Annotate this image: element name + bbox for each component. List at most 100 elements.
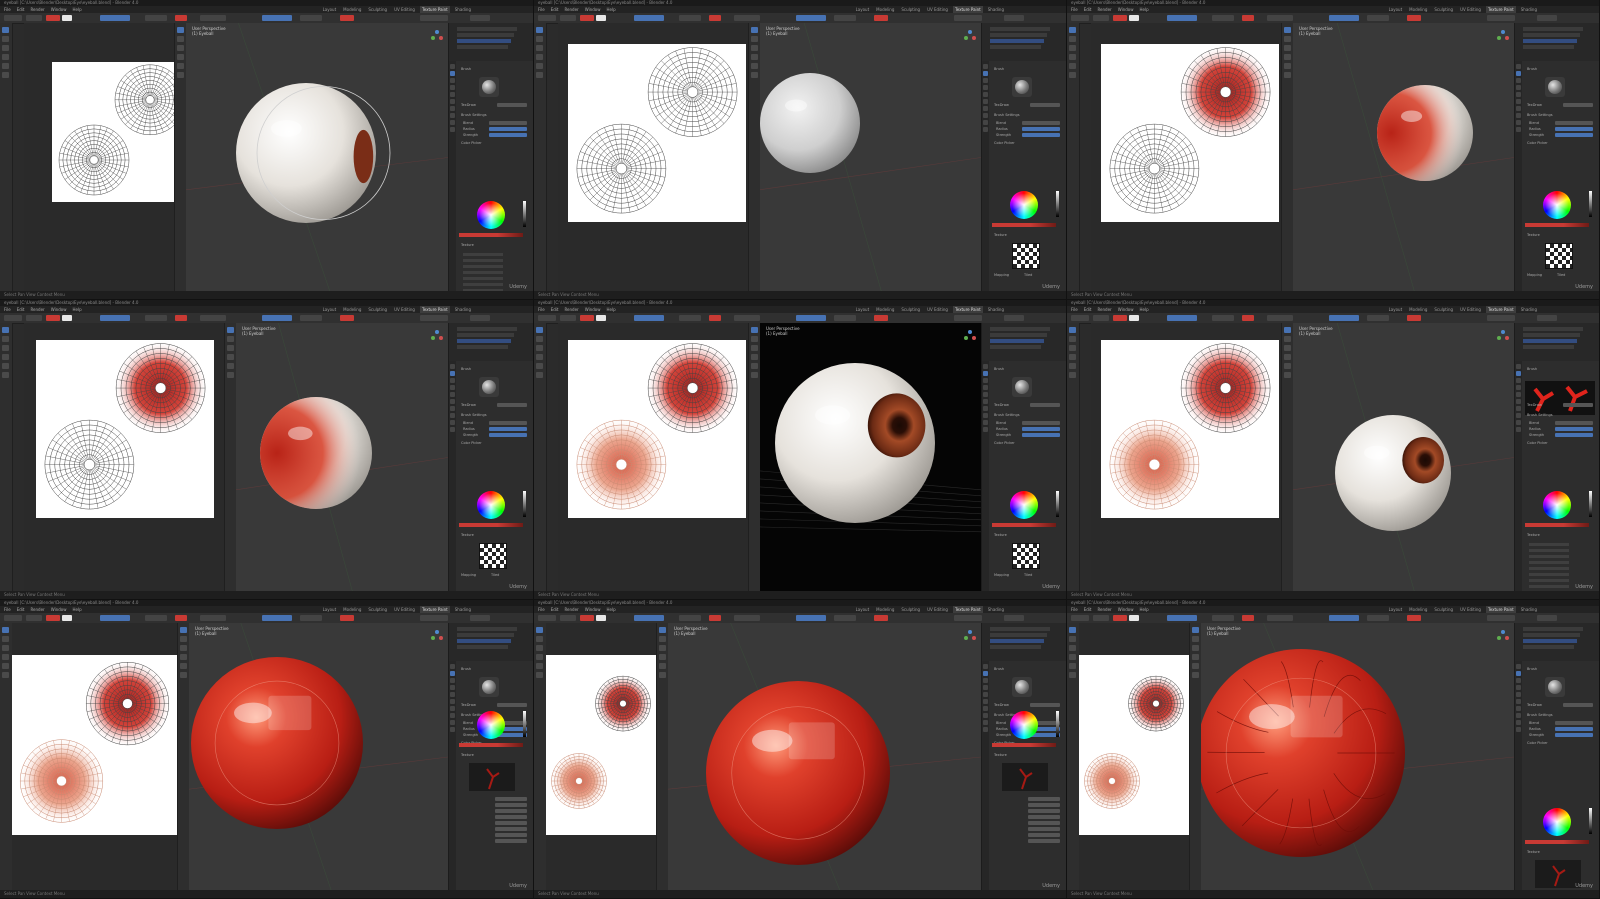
header-control[interactable] <box>175 315 187 321</box>
properties-tab[interactable] <box>450 706 455 711</box>
header-control[interactable] <box>709 315 721 321</box>
properties-tab[interactable] <box>1516 85 1521 90</box>
properties-tab[interactable] <box>1516 406 1521 411</box>
clone-icon[interactable] <box>1069 54 1076 60</box>
smear-icon[interactable] <box>751 45 758 51</box>
properties-tab[interactable] <box>450 685 455 690</box>
clone-icon[interactable] <box>2 654 9 660</box>
annotate-icon[interactable] <box>1284 372 1291 378</box>
tab-texture-paint[interactable]: Texture Paint <box>419 6 450 13</box>
properties-tab[interactable] <box>450 392 455 397</box>
annotate-icon[interactable] <box>227 372 234 378</box>
strength-field[interactable] <box>489 433 527 437</box>
header-control[interactable] <box>709 15 721 21</box>
menu-file[interactable]: File <box>538 606 545 613</box>
header-control[interactable] <box>145 15 167 21</box>
header-control[interactable] <box>1129 315 1139 321</box>
property-row[interactable] <box>1529 549 1569 552</box>
menu-edit[interactable]: Edit <box>551 6 559 13</box>
properties-tab[interactable] <box>1516 120 1521 125</box>
color-wheel[interactable] <box>1010 191 1038 219</box>
uv-texture[interactable] <box>1101 340 1279 518</box>
properties-tab[interactable] <box>983 685 988 690</box>
smear-icon[interactable] <box>536 645 543 651</box>
outliner-item-camera[interactable] <box>457 33 514 37</box>
header-control[interactable] <box>1329 15 1359 21</box>
mapping-value[interactable]: Tiled <box>1024 573 1032 577</box>
outliner-item-eyeball[interactable] <box>990 339 1044 343</box>
radius-field[interactable] <box>1555 727 1593 731</box>
header-control[interactable] <box>560 315 576 321</box>
mask-icon[interactable] <box>536 63 543 69</box>
property-field[interactable] <box>1028 821 1060 825</box>
header-control[interactable] <box>1537 315 1557 321</box>
header-control[interactable] <box>580 615 594 621</box>
property-row[interactable] <box>463 253 503 256</box>
outliner-item-eyeball[interactable] <box>457 39 511 43</box>
outliner-item-camera[interactable] <box>990 633 1047 637</box>
property-field[interactable] <box>1028 809 1060 813</box>
image-editor[interactable] <box>1079 623 1189 890</box>
brush-icon[interactable] <box>479 677 499 697</box>
tab-modeling[interactable]: Modeling <box>341 6 363 13</box>
clone-icon[interactable] <box>1069 354 1076 360</box>
radius-field[interactable] <box>1022 127 1060 131</box>
properties-tab[interactable] <box>983 699 988 704</box>
tab-shading[interactable]: Shading <box>1519 6 1539 13</box>
uv-texture[interactable] <box>36 340 214 518</box>
menu-render[interactable]: Render <box>1097 606 1111 613</box>
properties-tab[interactable] <box>1516 64 1521 69</box>
texture-checker-preview[interactable] <box>1012 543 1040 569</box>
header-control[interactable] <box>796 615 826 621</box>
outliner-item-collection[interactable] <box>1523 627 1583 631</box>
properties-tab[interactable] <box>1516 378 1521 383</box>
clone-icon[interactable] <box>227 354 234 360</box>
header-control[interactable] <box>634 315 664 321</box>
outliner-item-light[interactable] <box>990 345 1041 349</box>
properties-tab[interactable] <box>450 71 455 76</box>
header-control[interactable] <box>1212 615 1234 621</box>
properties-tab[interactable] <box>450 727 455 732</box>
uv-texture[interactable] <box>1101 44 1279 222</box>
header-control[interactable] <box>596 615 606 621</box>
properties-tab[interactable] <box>1516 727 1521 732</box>
tab-sculpting[interactable]: Sculpting <box>899 306 922 313</box>
outliner-item-camera[interactable] <box>990 333 1047 337</box>
properties-tab[interactable] <box>983 78 988 83</box>
fill-icon[interactable] <box>227 336 234 342</box>
brush-selector[interactable] <box>1030 103 1060 107</box>
properties-tab[interactable] <box>450 113 455 118</box>
header-control[interactable] <box>1537 615 1557 621</box>
mask-icon[interactable] <box>2 363 9 369</box>
header-control[interactable] <box>734 615 760 621</box>
properties-tab[interactable] <box>450 85 455 90</box>
header-control[interactable] <box>62 15 72 21</box>
outliner-item-camera[interactable] <box>990 33 1047 37</box>
menu-file[interactable]: File <box>4 606 11 613</box>
menu-edit[interactable]: Edit <box>551 306 559 313</box>
header-control[interactable] <box>4 15 22 21</box>
header-control[interactable] <box>1071 615 1089 621</box>
clone-icon[interactable] <box>1069 654 1076 660</box>
outliner-item-eyeball[interactable] <box>457 339 511 343</box>
outliner-item-collection[interactable] <box>457 327 517 331</box>
annotate-icon[interactable] <box>2 72 9 78</box>
tab-shading[interactable]: Shading <box>453 606 473 613</box>
fill-icon[interactable] <box>536 636 543 642</box>
menu-render[interactable]: Render <box>1097 6 1111 13</box>
properties-tab[interactable] <box>1516 420 1521 425</box>
properties-tab[interactable] <box>1516 78 1521 83</box>
property-row[interactable] <box>463 271 503 274</box>
header-control[interactable] <box>46 615 60 621</box>
annotate-icon[interactable] <box>1284 72 1291 78</box>
smear-icon[interactable] <box>1069 645 1076 651</box>
header-control[interactable] <box>580 315 594 321</box>
smear-icon[interactable] <box>1284 45 1291 51</box>
outliner-item-collection[interactable] <box>990 627 1050 631</box>
header-control[interactable] <box>145 315 167 321</box>
outliner-item-collection[interactable] <box>1523 27 1583 31</box>
brush-icon[interactable] <box>1545 77 1565 97</box>
header-control[interactable] <box>538 315 556 321</box>
header-control[interactable] <box>709 615 721 621</box>
brush-icon[interactable] <box>536 27 543 33</box>
